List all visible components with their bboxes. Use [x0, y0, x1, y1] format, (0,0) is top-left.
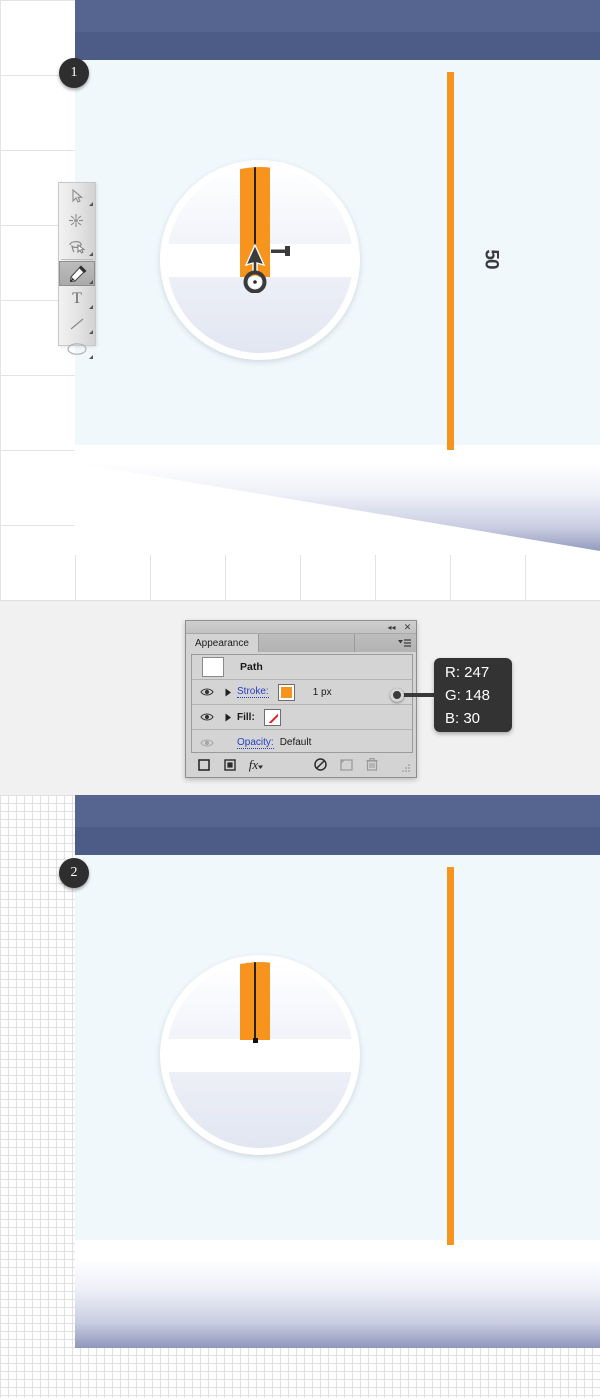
panel-titlebar: ◂◂ ✕ — [186, 621, 416, 634]
eye-icon-disabled — [200, 738, 214, 747]
fx-glyph: fx — [248, 756, 259, 772]
magnifier-loupe-step-1 — [160, 160, 360, 360]
mock-header-bar-lower — [75, 827, 600, 855]
tool-lasso[interactable] — [59, 233, 95, 258]
tab-appearance[interactable]: Appearance — [186, 634, 259, 652]
fill-visibility-toggle[interactable] — [194, 712, 220, 722]
path-thumbnail — [202, 657, 224, 677]
square-outline-icon — [198, 758, 210, 771]
step-1-section: T 50 1 — [0, 0, 600, 600]
appearance-rows: Path Stroke: 1 px Fill: Opacity: Default — [191, 654, 413, 753]
ruler-value-label: 50 — [480, 249, 502, 269]
circle-slash-icon — [313, 758, 327, 771]
stroke-color-swatch[interactable] — [277, 683, 295, 701]
callout-b-value: B: 30 — [445, 710, 481, 727]
eye-icon — [200, 713, 214, 721]
loupe-white-band — [167, 1039, 353, 1072]
tutorial-screenshot: T 50 1 ◂◂ ✕ Appearance Path Stroke: 1 px… — [0, 0, 600, 1398]
rgb-color-callout: R: 247 G: 148 B: 30 — [434, 658, 512, 732]
appearance-row-fill[interactable]: Fill: — [192, 705, 412, 730]
selection-arrow-icon — [72, 188, 84, 203]
panel-menu-icon — [398, 638, 411, 647]
fx-dropdown-arrow-icon — [258, 765, 264, 769]
appearance-panel-footer: fx — [191, 756, 413, 773]
tool-flyout-corner — [89, 280, 93, 284]
tool-magic-wand[interactable] — [59, 208, 95, 233]
resize-grip-icon[interactable] — [402, 763, 411, 772]
fill-expand-arrow[interactable] — [220, 713, 237, 722]
step-2-section: 2 — [0, 795, 600, 1398]
path-anchor-point — [253, 1038, 258, 1043]
step-badge-1: 1 — [59, 58, 89, 88]
eye-icon — [200, 688, 214, 696]
pen-tool-icon — [69, 265, 87, 282]
mock-white-band — [75, 445, 600, 463]
section-divider — [0, 600, 600, 601]
collapse-icon[interactable]: ◂◂ — [387, 623, 396, 632]
callout-r-value: R: 247 — [445, 664, 490, 681]
type-tool-glyph: T — [72, 289, 82, 307]
appearance-row-path[interactable]: Path — [192, 655, 412, 680]
stroke-expand-arrow[interactable] — [220, 688, 237, 697]
tool-pen[interactable] — [59, 261, 95, 286]
illustrator-tool-palette[interactable]: T — [58, 182, 96, 359]
tool-flyout-corner — [89, 252, 93, 256]
loupe-content-step-2 — [167, 962, 353, 1148]
tool-selection[interactable] — [59, 183, 95, 208]
add-new-stroke-button[interactable] — [191, 758, 217, 771]
mock-header-bar-lower — [75, 32, 600, 60]
square-filled-icon — [224, 758, 236, 771]
delete-item-button[interactable] — [359, 758, 385, 771]
magnifier-loupe-step-2 — [160, 955, 360, 1155]
panel-tab-row: Appearance — [186, 634, 416, 652]
chevron-right-icon — [225, 688, 231, 696]
opacity-label[interactable]: Opacity: — [237, 737, 274, 749]
line-segment-icon — [70, 318, 84, 329]
add-new-effect-button[interactable]: fx — [243, 757, 269, 773]
stroke-width-value[interactable]: 1 px — [313, 687, 332, 698]
stroke-swatch-fill — [280, 686, 292, 698]
loupe-path-centerline — [254, 962, 256, 1040]
tool-flyout-corner — [89, 305, 93, 309]
mock-orange-divider — [447, 867, 454, 1245]
stroke-label[interactable]: Stroke: — [237, 686, 269, 698]
tab-empty — [258, 634, 355, 652]
add-new-fill-button[interactable] — [217, 758, 243, 771]
tool-ellipse[interactable] — [59, 336, 95, 361]
ellipse-icon — [67, 342, 87, 355]
close-icon[interactable]: ✕ — [403, 622, 412, 632]
callout-connector-line — [398, 693, 438, 697]
loupe-content-step-1 — [167, 167, 353, 353]
callout-anchor-node — [390, 688, 404, 702]
appearance-panel[interactable]: ◂◂ ✕ Appearance Path Stroke: 1 px Fill: … — [185, 620, 417, 778]
tool-flyout-corner — [89, 202, 93, 206]
appearance-row-opacity[interactable]: Opacity: Default — [192, 730, 412, 755]
path-label: Path — [240, 661, 263, 673]
direction-handle-icon — [271, 246, 290, 256]
lasso-icon — [69, 240, 86, 254]
mock-white-band — [75, 1240, 600, 1258]
tool-line-segment[interactable] — [59, 311, 95, 336]
opacity-visibility-toggle — [194, 738, 220, 748]
step-badge-2: 2 — [59, 858, 89, 888]
toolbar-divider — [61, 259, 93, 260]
clear-appearance-button[interactable] — [307, 758, 333, 771]
opacity-value: Default — [279, 737, 312, 748]
panel-menu-button[interactable] — [398, 634, 416, 652]
tool-flyout-corner — [89, 330, 93, 334]
fill-swatch-none — [266, 711, 278, 723]
stroke-visibility-toggle[interactable] — [194, 687, 220, 697]
chevron-right-icon — [225, 713, 231, 721]
mock-orange-divider — [447, 72, 454, 450]
appearance-row-stroke[interactable]: Stroke: 1 px — [192, 680, 412, 705]
tool-type[interactable]: T — [59, 286, 95, 311]
tool-flyout-corner — [89, 355, 93, 359]
callout-g-value: G: 148 — [445, 687, 491, 704]
duplicate-item-button[interactable] — [333, 758, 359, 771]
trash-icon — [366, 758, 378, 771]
magic-wand-icon — [69, 213, 83, 227]
duplicate-icon — [339, 758, 353, 771]
fill-color-swatch[interactable] — [263, 708, 281, 726]
fill-label: Fill: — [237, 711, 255, 723]
